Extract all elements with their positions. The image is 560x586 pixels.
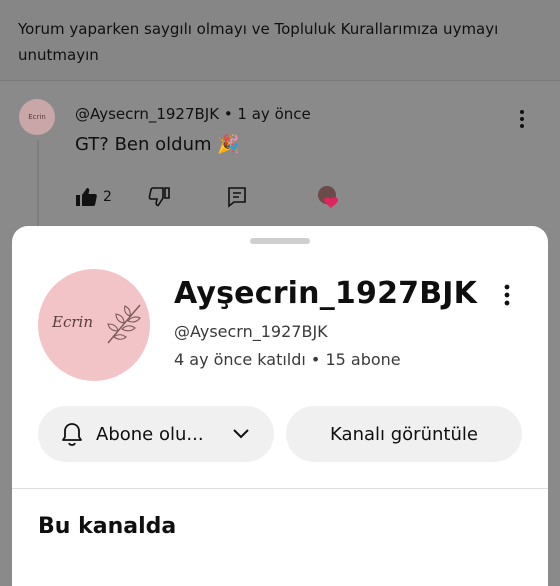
channel-info: 4 ay önce katıldı • 15 abone xyxy=(174,350,401,369)
bell-icon xyxy=(62,423,82,446)
channel-more-icon[interactable] xyxy=(499,282,515,308)
subscribe-button[interactable]: Abone olu... xyxy=(38,406,274,462)
channel-title: Ayşecrin_1927BJK xyxy=(174,276,478,311)
like-button[interactable]: 2 xyxy=(75,187,112,207)
comment-text: GT? Ben oldum 🎉 xyxy=(75,134,240,155)
channel-avatar[interactable]: Ecrin xyxy=(38,269,150,381)
comment-actions: 2 xyxy=(75,184,248,210)
subscribe-label: Abone olu... xyxy=(96,423,204,445)
like-icon xyxy=(76,188,97,206)
creator-heart-icon xyxy=(317,185,345,209)
reply-button[interactable] xyxy=(226,186,248,208)
dislike-button[interactable] xyxy=(148,187,170,207)
comment-author-meta[interactable]: @Aysecrn_1927BJK • 1 ay önce xyxy=(75,105,311,123)
thread-line xyxy=(37,140,39,230)
leaf-branch-icon xyxy=(107,304,141,344)
channel-avatar-text: Ecrin xyxy=(52,313,93,331)
dislike-icon xyxy=(148,187,170,207)
notice-text: Yorum yaparken saygılı olmayı ve Toplulu… xyxy=(18,20,499,64)
channel-handle: @Aysecrn_1927BJK xyxy=(174,322,328,341)
chevron-down-icon xyxy=(233,429,249,439)
like-count: 2 xyxy=(103,189,112,205)
channel-bottom-sheet: Ecrin Ayşecrin_1927BJK @Aysecrn_1927BJK … xyxy=(12,226,548,586)
drag-handle[interactable] xyxy=(250,238,310,244)
community-guidelines-notice: Yorum yaparken saygılı olmayı ve Toplulu… xyxy=(0,0,560,81)
view-channel-button[interactable]: Kanalı görüntüle xyxy=(286,406,522,462)
reply-icon xyxy=(228,187,246,208)
section-title: Bu kanalda xyxy=(38,514,177,539)
divider xyxy=(12,488,548,489)
view-channel-label: Kanalı görüntüle xyxy=(330,423,478,445)
comment-more-icon[interactable] xyxy=(514,108,530,130)
comment-avatar[interactable]: Ecrin xyxy=(19,99,55,135)
comment-avatar-text: Ecrin xyxy=(28,113,46,121)
